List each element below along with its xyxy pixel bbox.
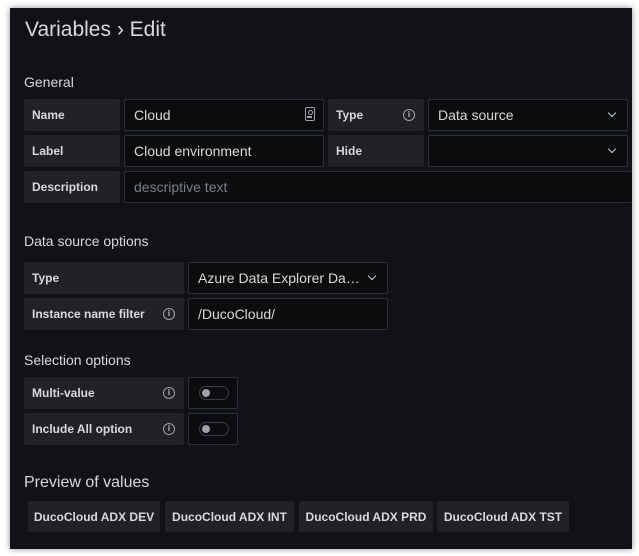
multi-value-label: Multi-value i [24, 377, 184, 409]
info-circle-icon[interactable]: i [163, 308, 175, 320]
ds-type-label-text: Type [32, 271, 60, 285]
hide-label: Hide [328, 135, 424, 167]
description-label-text: Description [32, 180, 99, 194]
general-heading: General [24, 74, 74, 90]
type-label: Type i [328, 99, 424, 131]
label-input[interactable]: Cloud environment [124, 135, 324, 167]
info-circle-icon[interactable]: i [163, 423, 175, 435]
preview-heading: Preview of values [24, 474, 150, 491]
label-input-value: Cloud environment [134, 143, 252, 159]
info-circle-icon[interactable]: i [403, 109, 415, 121]
chevron-down-icon [367, 271, 377, 281]
ds-type-label: Type [24, 262, 184, 294]
label-label: Label [24, 135, 120, 167]
instance-filter-input[interactable]: /DucoCloud/ [188, 298, 388, 330]
multi-value-toggle-box [188, 377, 238, 409]
include-all-label-text: Include All option [32, 422, 133, 436]
toggle-knob [202, 425, 210, 433]
selection-options-heading: Selection options [24, 352, 131, 368]
description-label: Description [24, 171, 120, 203]
include-all-label: Include All option i [24, 413, 184, 445]
preview-value-chip: DucoCloud ADX PRD [299, 501, 433, 532]
name-input[interactable]: Cloud [124, 99, 324, 131]
description-input[interactable]: descriptive text [124, 171, 632, 203]
instance-filter-value: /DucoCloud/ [198, 306, 276, 322]
variable-edit-panel: Variables › Edit General Name Cloud Type… [10, 8, 632, 549]
page-title: Variables › Edit [25, 18, 166, 41]
ds-type-select[interactable]: Azure Data Explorer Da… [188, 262, 388, 294]
include-all-toggle-box [188, 413, 238, 445]
type-label-text: Type [336, 108, 364, 122]
preview-value-chip: DucoCloud ADX DEV [28, 501, 160, 532]
instance-filter-label: Instance name filter i [24, 298, 184, 330]
preview-value-chip: DucoCloud ADX TST [437, 501, 569, 532]
multi-value-toggle[interactable] [199, 386, 229, 400]
multi-value-label-text: Multi-value [32, 386, 95, 400]
instance-filter-label-text: Instance name filter [32, 307, 145, 321]
name-label: Name [24, 99, 120, 131]
chevron-down-icon [607, 144, 617, 154]
type-select[interactable]: Data source [428, 99, 628, 131]
hide-select[interactable] [428, 135, 628, 167]
chevron-down-icon [607, 108, 617, 118]
name-input-value: Cloud [134, 107, 171, 123]
ds-type-select-value: Azure Data Explorer Da… [198, 270, 358, 286]
description-placeholder: descriptive text [134, 179, 228, 195]
label-label-text: Label [32, 144, 64, 158]
info-circle-icon[interactable]: i [163, 387, 175, 399]
datasource-options-heading: Data source options [24, 233, 149, 249]
type-select-value: Data source [438, 107, 514, 123]
toggle-knob [202, 389, 210, 397]
hide-label-text: Hide [336, 144, 363, 158]
key-icon [305, 107, 315, 121]
name-label-text: Name [32, 108, 65, 122]
preview-value-chip: DucoCloud ADX INT [165, 501, 294, 532]
include-all-toggle[interactable] [199, 422, 229, 436]
